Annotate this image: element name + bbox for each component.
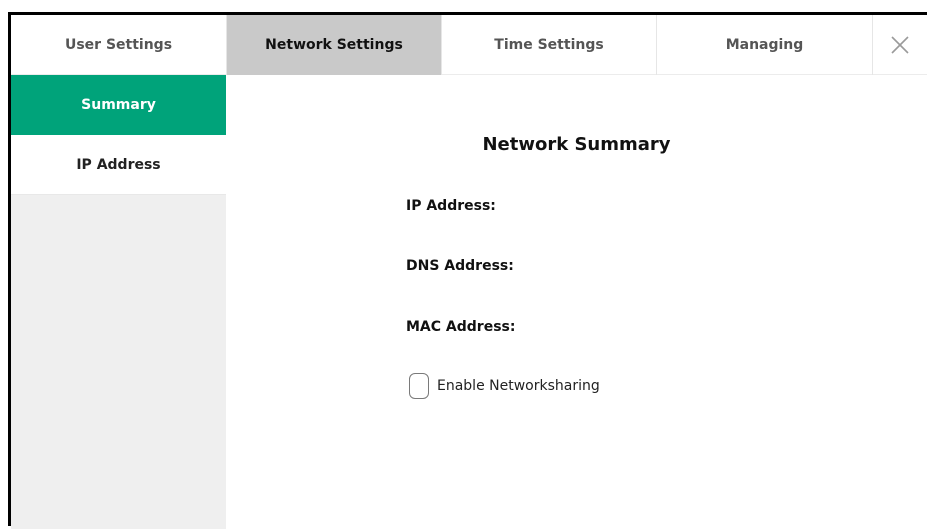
networksharing-toggle-row[interactable]: Enable Networksharing [409, 373, 600, 399]
tab-managing[interactable]: Managing [657, 15, 873, 75]
close-button[interactable] [873, 15, 927, 75]
dns-address-label: DNS Address: [406, 258, 514, 274]
sidebar-item-summary[interactable]: Summary [11, 75, 226, 135]
mac-address-label: MAC Address: [406, 319, 516, 335]
settings-window: User Settings Network Settings Time Sett… [8, 12, 927, 529]
page-title: Network Summary [482, 134, 671, 155]
ip-address-label: IP Address: [406, 198, 496, 214]
tab-time-settings[interactable]: Time Settings [442, 15, 657, 75]
tab-bar: User Settings Network Settings Time Sett… [11, 15, 927, 75]
networksharing-label: Enable Networksharing [437, 378, 600, 394]
main-panel: Network Summary IP Address: DNS Address:… [226, 75, 927, 529]
sidebar-item-ip-address[interactable]: IP Address [11, 135, 226, 195]
tab-user-settings[interactable]: User Settings [11, 15, 227, 75]
sidebar: Summary IP Address [11, 75, 226, 529]
close-icon [891, 36, 909, 54]
tab-network-settings[interactable]: Network Settings [227, 15, 442, 75]
networksharing-checkbox[interactable] [409, 373, 429, 399]
